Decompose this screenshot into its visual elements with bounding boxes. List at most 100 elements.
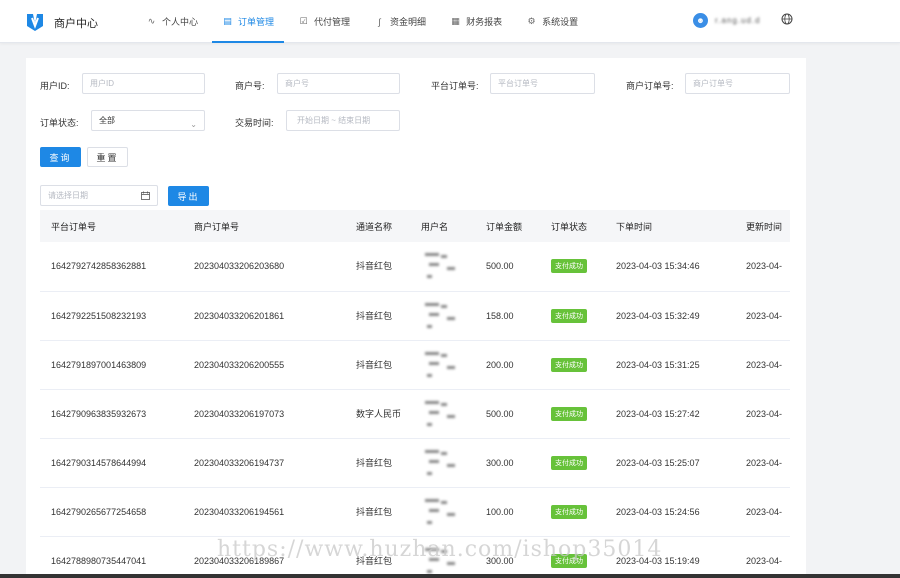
column-header: 下单时间	[616, 221, 653, 232]
platform-order-label: 平台订单号:	[431, 81, 479, 91]
amount-cell: 100.00	[486, 506, 514, 517]
nav-label: 系统设置	[542, 17, 579, 27]
amount-cell: 300.00	[486, 457, 514, 468]
table-row: 1642792742858362881 202304033206203680 抖音红…	[40, 242, 790, 291]
top-navigation-bar: 商户中心 ∿ 个人中心 ▤ 订单管理 ☑ 代付管理 ∫ 资金明细 ▦ 财务报表 …	[0, 0, 900, 43]
merchant-order-cell: 202304033206203680	[194, 261, 285, 272]
username-cell	[410, 438, 475, 487]
username-cell	[410, 389, 475, 438]
merchant-order-cell: 202304033206201861	[194, 310, 285, 321]
watermark-text: https://www.huzhan.com/ishop35014	[217, 537, 663, 562]
updated-time-cell: 2023-04-	[746, 408, 783, 419]
created-time-cell: 2023-04-03 15:24:56	[616, 506, 700, 517]
platform-order-cell: 1642790314578644994	[51, 457, 147, 468]
created-time-cell: 2023-04-03 15:27:42	[616, 408, 700, 419]
query-button[interactable]: 查询	[40, 147, 81, 167]
export-button[interactable]: 导出	[168, 186, 209, 206]
status-cell: 支付成功	[540, 487, 605, 536]
nav-funds-detail[interactable]: ∫ 资金明细	[364, 0, 436, 43]
report-icon: ▦	[451, 16, 460, 26]
created-time-cell: 2023-04-03 15:31:25	[616, 359, 700, 370]
amount-cell: 500.00	[486, 408, 514, 419]
blurred-username	[421, 344, 469, 384]
date-picker-placeholder: 请选择日期	[48, 191, 88, 200]
updated-time-cell: 2023-04-	[746, 457, 783, 468]
updated-time-cell: 2023-04-	[746, 310, 783, 321]
blurred-username	[421, 245, 469, 285]
merchant-order-cell: 202304033206194561	[194, 506, 285, 517]
channel-cell: 数字人民币	[356, 408, 402, 419]
brand-logo-icon[interactable]	[26, 12, 44, 32]
status-select-value: 全部	[99, 116, 115, 125]
platform-order-input[interactable]: 平台订单号	[490, 73, 595, 94]
orders-table: 平台订单号 商户订单号 通道名称 用户名 订单金额 订单状态 下单时间 更新时间…	[40, 210, 790, 578]
channel-cell: 抖音红包	[356, 359, 393, 370]
order-icon: ▤	[223, 16, 232, 26]
date-picker-input[interactable]: 请选择日期	[40, 185, 158, 206]
funds-icon: ∫	[378, 16, 381, 27]
column-header: 平台订单号	[51, 221, 97, 232]
column-header: 商户订单号	[194, 221, 240, 232]
table-header-row: 平台订单号 商户订单号 通道名称 用户名 订单金额 订单状态 下单时间 更新时间	[40, 210, 790, 242]
avatar[interactable]: ☻	[693, 13, 708, 28]
status-badge: 支付成功	[551, 504, 587, 519]
platform-order-cell: 1642791897001463809	[51, 359, 147, 370]
column-header: 订单金额	[486, 221, 523, 232]
platform-order-cell: 1642790963835932673	[51, 408, 147, 419]
nav-system-settings[interactable]: ⚙ 系统设置	[516, 0, 588, 43]
status-select[interactable]: 全部 ⌄	[91, 110, 205, 131]
channel-cell: 抖音红包	[356, 457, 393, 468]
date-range-input[interactable]: 开始日期 ~ 结束日期	[286, 110, 400, 131]
user-id-input[interactable]: 用户ID	[82, 73, 205, 94]
user-menu[interactable]: ☻ r.ang.ud.d	[693, 13, 761, 28]
status-cell: 支付成功	[540, 340, 605, 389]
merchant-order-input[interactable]: 商户订单号	[685, 73, 790, 94]
updated-time-cell: 2023-04-	[746, 261, 783, 272]
reset-button[interactable]: 重置	[87, 147, 128, 167]
nav-order-management[interactable]: ▤ 订单管理	[212, 0, 285, 43]
created-time-cell: 2023-04-03 15:25:07	[616, 457, 700, 468]
channel-cell: 抖音红包	[356, 310, 393, 321]
status-badge: 支付成功	[551, 406, 587, 421]
nav-label: 财务报表	[466, 17, 503, 27]
brand-title[interactable]: 商户中心	[54, 15, 98, 31]
nav-financial-report[interactable]: ▦ 财务报表	[440, 0, 512, 43]
table-row: 1642790265677254658 202304033206194561 抖音红…	[40, 487, 790, 536]
nav-label: 资金明细	[390, 17, 427, 27]
table-row: 1642790963835932673 202304033206197073 数字人…	[40, 389, 790, 438]
status-badge: 支付成功	[551, 308, 587, 323]
table-row: 1642790314578644994 202304033206194737 抖音红…	[40, 438, 790, 487]
nav-payout-management[interactable]: ☑ 代付管理	[288, 0, 360, 43]
merchant-order-label: 商户订单号:	[626, 81, 674, 91]
merchant-order-cell: 202304033206197073	[194, 408, 285, 419]
bottom-edge	[0, 574, 900, 578]
amount-cell: 200.00	[486, 359, 514, 370]
blurred-username	[421, 393, 469, 433]
status-badge: 支付成功	[551, 259, 587, 274]
updated-time-cell: 2023-04-	[746, 506, 783, 517]
updated-time-cell: 2023-04-	[746, 555, 783, 566]
merchant-order-cell: 202304033206194737	[194, 457, 285, 468]
order-panel: 用户ID: 用户ID 商户号: 商户号 平台订单号: 平台订单号 商户订单号: …	[26, 58, 806, 578]
globe-icon[interactable]	[781, 13, 793, 25]
user-icon: ∿	[147, 16, 156, 26]
nav-personal-center[interactable]: ∿ 个人中心	[136, 0, 208, 43]
status-label: 订单状态:	[40, 118, 79, 128]
table-row: 1642791897001463809 202304033206200555 抖音红…	[40, 340, 790, 389]
merchant-order-cell: 202304033206200555	[194, 359, 285, 370]
updated-time-cell: 2023-04-	[746, 359, 783, 370]
column-header: 订单状态	[551, 221, 588, 232]
merchant-no-input[interactable]: 商户号	[277, 73, 400, 94]
calendar-icon	[141, 191, 150, 200]
main-nav: ∿ 个人中心 ▤ 订单管理 ☑ 代付管理 ∫ 资金明细 ▦ 财务报表 ⚙ 系统设…	[136, 0, 592, 43]
created-time-cell: 2023-04-03 15:32:49	[616, 310, 700, 321]
user-id-label: 用户ID:	[40, 81, 70, 91]
channel-cell: 抖音红包	[356, 261, 393, 272]
platform-order-cell: 1642788980735447041	[51, 555, 147, 566]
status-badge: 支付成功	[551, 357, 587, 372]
blurred-username	[421, 491, 469, 531]
status-cell: 支付成功	[540, 438, 605, 487]
payment-icon: ☑	[299, 16, 308, 26]
platform-order-cell: 1642792742858362881	[51, 261, 147, 272]
username-cell	[410, 340, 475, 389]
